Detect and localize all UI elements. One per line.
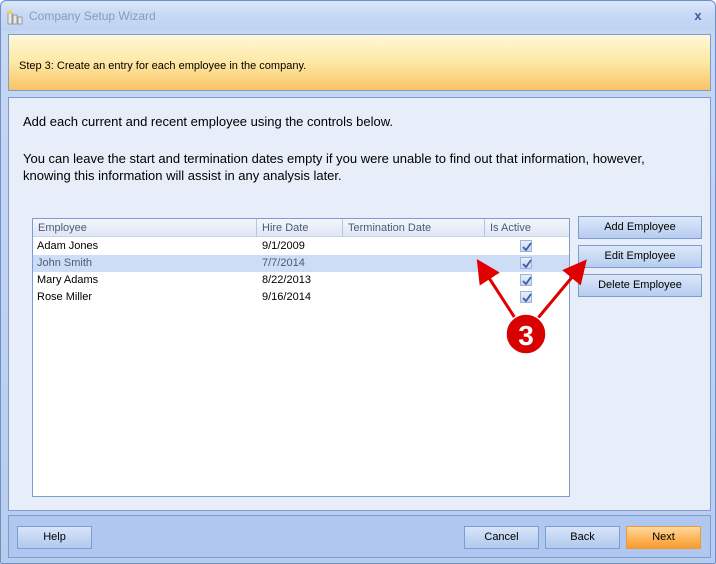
window-title: Company Setup Wizard <box>29 9 156 23</box>
column-hire-date[interactable]: Hire Date <box>257 219 343 237</box>
checkmark-icon <box>522 276 532 286</box>
list-header: Employee Hire Date Termination Date Is A… <box>33 219 569 237</box>
checkmark-icon <box>522 293 532 303</box>
dates-hint-text: You can leave the start and termination … <box>23 151 645 183</box>
step-text: Step 3: Create an entry for each employe… <box>19 60 307 72</box>
employee-name: Rose Miller <box>37 291 93 303</box>
wizard-window: Company Setup Wizard x Step 3: Create an… <box>0 0 716 564</box>
column-termination-date[interactable]: Termination Date <box>343 219 485 237</box>
table-row[interactable]: Mary Adams 8/22/2013 <box>33 272 569 289</box>
hire-date: 9/1/2009 <box>262 240 305 252</box>
employee-name: Mary Adams <box>37 274 99 286</box>
footer-bar: Help Cancel Back Next <box>8 515 711 558</box>
add-employee-button[interactable]: Add Employee <box>578 216 702 239</box>
step-banner: Step 3: Create an entry for each employe… <box>8 34 711 91</box>
column-employee[interactable]: Employee <box>33 219 257 237</box>
employee-list[interactable]: Employee Hire Date Termination Date Is A… <box>32 218 570 497</box>
next-button[interactable]: Next <box>626 526 701 549</box>
employee-name: Adam Jones <box>37 240 99 252</box>
back-button[interactable]: Back <box>545 526 620 549</box>
hire-date: 8/22/2013 <box>262 274 311 286</box>
hire-date: 7/7/2014 <box>262 257 305 269</box>
is-active-checkbox[interactable] <box>520 240 532 252</box>
delete-employee-button[interactable]: Delete Employee <box>578 274 702 297</box>
checkmark-icon <box>522 242 532 252</box>
close-icon[interactable]: x <box>691 9 705 23</box>
help-button[interactable]: Help <box>17 526 92 549</box>
intro-text: Add each current and recent employee usi… <box>23 114 394 129</box>
title-bar: Company Setup Wizard x <box>1 1 715 31</box>
employee-name: John Smith <box>37 257 93 269</box>
checkmark-icon <box>522 259 532 269</box>
is-active-checkbox[interactable] <box>520 274 532 286</box>
is-active-checkbox[interactable] <box>520 291 532 303</box>
chart-bars-icon <box>7 9 23 25</box>
hire-date: 9/16/2014 <box>262 291 311 303</box>
table-row[interactable]: Adam Jones 9/1/2009 <box>33 238 569 255</box>
table-row[interactable]: Rose Miller 9/16/2014 <box>33 289 569 306</box>
edit-employee-button[interactable]: Edit Employee <box>578 245 702 268</box>
is-active-checkbox[interactable] <box>520 257 532 269</box>
column-is-active[interactable]: Is Active <box>485 219 569 237</box>
cancel-button[interactable]: Cancel <box>464 526 539 549</box>
content-panel: Add each current and recent employee usi… <box>8 97 711 511</box>
table-row[interactable]: John Smith 7/7/2014 <box>33 255 569 272</box>
